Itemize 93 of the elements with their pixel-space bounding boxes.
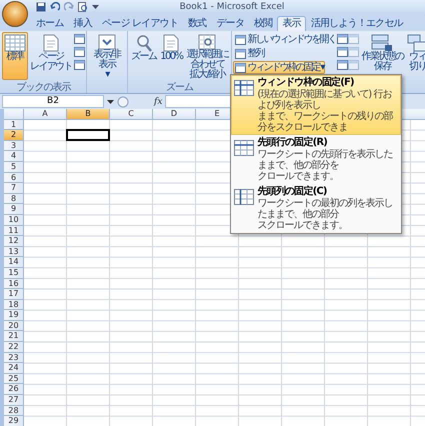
window-icon[interactable] [74, 34, 85, 44]
menu-item-title: 先頭行の固定(R) [257, 137, 328, 148]
menu-item-description: ワークシートの先頭行を表示したままで、他の部分を [257, 149, 394, 171]
undo-icon[interactable] [50, 2, 60, 12]
freeze-pane-icon [234, 140, 254, 156]
menu-item-description: ままで、ワークシートの残りの部分をスクロールできま [257, 111, 394, 133]
active-cell[interactable] [66, 129, 110, 141]
menu-item[interactable]: 先頭行の固定(R) ワークシートの先頭行を表示したままで、他の部分を クロールできます。 [231, 135, 402, 184]
row-header[interactable]: 7 [4, 183, 24, 194]
window-icon[interactable] [74, 47, 85, 57]
save-icon[interactable] [36, 2, 46, 12]
row-header[interactable]: 24 [4, 363, 24, 374]
ribbon-button[interactable]: 標準 [2, 32, 28, 80]
freeze-pane-icon [234, 80, 254, 96]
row-header[interactable]: 4 [4, 151, 24, 162]
print-preview-icon[interactable] [78, 2, 88, 12]
menu-item-description: ワークシートの最初の列を表示したままで、他の部分 [257, 198, 394, 220]
row-header[interactable]: 14 [4, 257, 24, 268]
ribbon-button[interactable]: 新しいウィンドウを開く [233, 33, 338, 46]
office-button[interactable] [2, 1, 28, 27]
row-header[interactable]: 23 [4, 352, 24, 364]
row-header[interactable]: 28 [4, 406, 24, 416]
group-label: ブックの表示 [16, 82, 70, 93]
ribbon-button[interactable]: 選択範囲に合わせて 拡大/縮小 [184, 32, 230, 80]
ribbon-button[interactable]: 整列 [233, 47, 266, 60]
ribbon-button[interactable]: 100% [158, 32, 184, 80]
menu-item[interactable]: ウィンドウ枠の固定(F) (現在の選択範囲に基づいて) 行および列を表示し ままで、ワークシートの残りの部分をスクロールできま [231, 75, 402, 135]
menu-item-title: ウィンドウ枠の固定(F) [257, 77, 355, 88]
row-header[interactable]: 6 [4, 172, 24, 184]
caret-icon[interactable] [92, 4, 99, 10]
row-header[interactable]: 5 [4, 162, 24, 173]
row-header[interactable]: 10 [4, 214, 24, 226]
row-header[interactable]: 13 [4, 246, 24, 258]
ribbon-tab[interactable]: データ [211, 16, 250, 31]
ribbon-button[interactable]: ページ レイアウト [28, 32, 74, 80]
row-header[interactable]: 2 [4, 130, 24, 141]
row-header[interactable]: 21 [4, 331, 24, 342]
ribbon-tab[interactable]: 数式 [183, 16, 212, 31]
menu-item[interactable]: 先頭列の固定(C) ワークシートの最初の列を表示したままで、他の部分 スクロールできます。 [231, 184, 402, 233]
window-icon [235, 34, 246, 44]
row-header[interactable]: 16 [4, 278, 24, 290]
menu-item-description: スクロールできます。 [257, 220, 348, 231]
zoom-icon [136, 34, 152, 52]
row-header[interactable]: 25 [4, 374, 24, 384]
row-header[interactable]: 8 [4, 194, 24, 204]
row-header[interactable]: 11 [4, 226, 24, 236]
column-header[interactable]: D [153, 109, 196, 119]
menu-item-description: (現在の選択範囲に基づいて) 行および列を表示し [257, 89, 392, 111]
row-header[interactable]: 27 [4, 395, 24, 406]
page-icon [43, 34, 59, 52]
row-header[interactable]: 3 [4, 140, 24, 152]
function-button[interactable]: fx [154, 96, 162, 106]
ribbon-tab[interactable]: 表示 [277, 16, 306, 31]
ribbon-tab[interactable]: ホーム [31, 16, 69, 31]
row-header[interactable]: 19 [4, 310, 24, 321]
column-header[interactable]: E [196, 109, 239, 119]
ribbon-tab[interactable]: 校閲 [249, 16, 278, 31]
caret-icon[interactable] [107, 98, 114, 104]
row-header[interactable]: 20 [4, 320, 24, 332]
window-icon[interactable] [337, 47, 348, 57]
window-icon[interactable] [337, 34, 348, 44]
row-header[interactable]: 29 [4, 416, 24, 426]
row-header[interactable]: 22 [4, 342, 24, 353]
column-header[interactable]: B [67, 109, 110, 119]
menu-item-title: 先頭列の固定(C) [257, 186, 328, 198]
ribbon-button[interactable]: ウィンドウ枠の固定▾ [233, 61, 326, 74]
ribbon-button[interactable]: ズーム [129, 32, 158, 80]
ribbon-tab[interactable]: ページ レイアウト [97, 16, 183, 31]
window-icon[interactable] [74, 60, 85, 70]
ribbon-button[interactable]: 表示/非表示 ▾ [88, 32, 126, 80]
grid-magnifier-icon [198, 34, 216, 50]
ribbon-tab[interactable]: 活用しよう！エクセル [306, 16, 408, 31]
ribbon-tab[interactable]: 挿入 [68, 16, 98, 31]
windows-icon [371, 34, 394, 52]
column-header[interactable]: C [110, 109, 153, 119]
window-icon [235, 48, 246, 58]
row-header[interactable]: 15 [4, 268, 24, 278]
menu-item-description: クロールできます。 [257, 171, 340, 182]
window-icon[interactable] [337, 60, 348, 70]
group-label: ズーム [166, 82, 194, 93]
grid-icon [4, 34, 26, 52]
window-icon [98, 34, 116, 50]
row-header[interactable]: 12 [4, 236, 24, 247]
windows-icon [407, 34, 425, 52]
row-header[interactable]: 9 [4, 204, 24, 215]
window-title: Book1 - Microsoft Excel [178, 2, 286, 12]
ribbon-button[interactable]: ウィ 切り [405, 32, 425, 80]
row-header[interactable]: 18 [4, 300, 24, 310]
name-box[interactable]: B2 [2, 95, 104, 108]
freeze-pane-icon [234, 189, 254, 205]
page-icon [163, 34, 180, 52]
row-header[interactable]: 17 [4, 289, 24, 300]
row-header[interactable]: 26 [4, 384, 24, 396]
